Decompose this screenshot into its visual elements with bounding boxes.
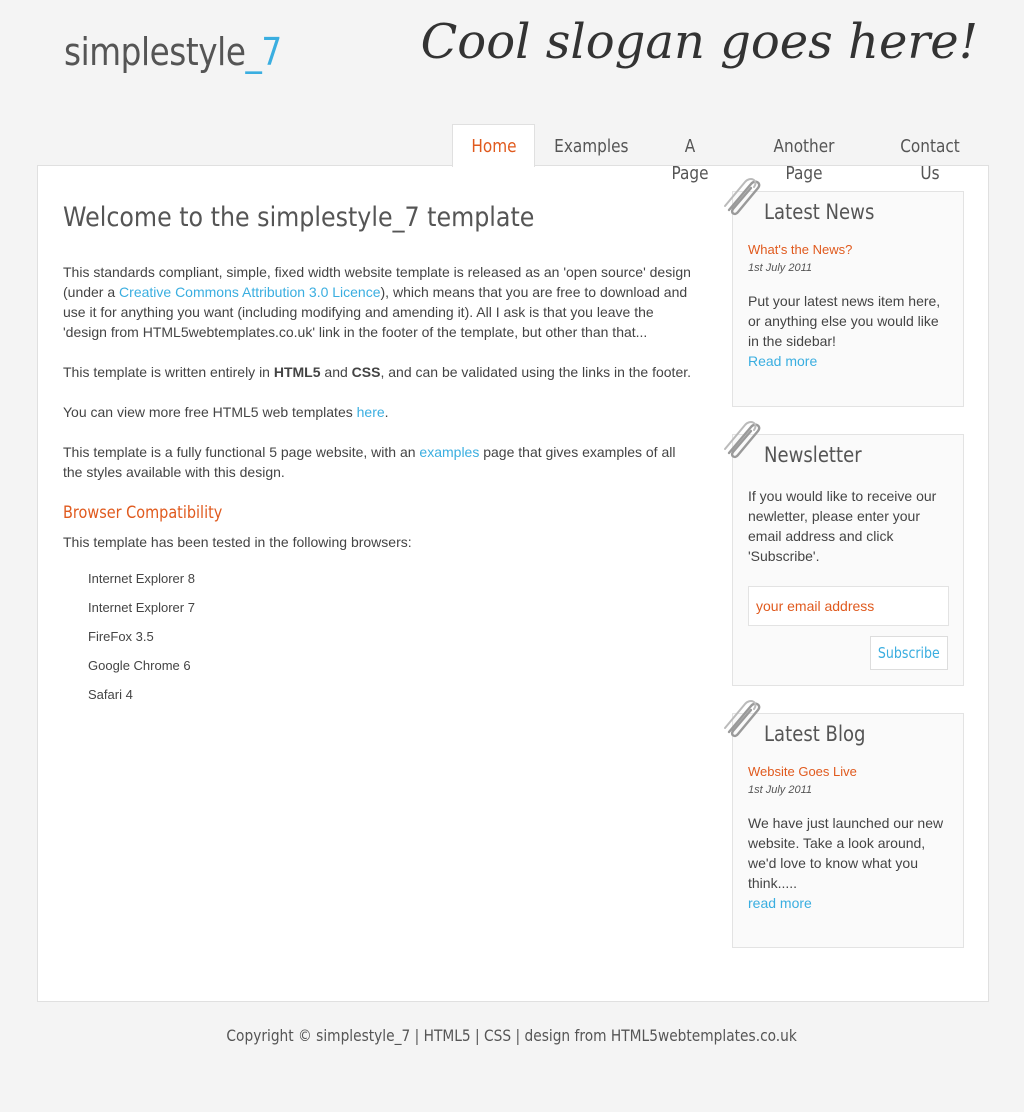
paperclip-icon (724, 700, 761, 738)
newsletter-text: If you would like to receive our newlett… (748, 488, 937, 564)
menu-item-another-page-line2: Page (785, 163, 823, 184)
logo-accent-text: _7 (245, 30, 283, 74)
list-item: FireFox 3.5 (88, 629, 154, 644)
menu-item-contact-us[interactable]: Contact Us (898, 133, 963, 187)
news-item-date: 1st July 2011 (748, 262, 813, 274)
blog-item-text: We have just launched our new website. T… (748, 815, 944, 891)
css-bold: CSS (351, 364, 381, 380)
menu-item-examples[interactable]: Examples (554, 133, 629, 160)
more-templates-end: . (384, 404, 389, 420)
paperclip-icon (724, 178, 761, 216)
logo-main-text: simplestyle (64, 30, 246, 74)
more-templates-paragraph: You can view more free HTML5 web templat… (63, 402, 695, 422)
compat-text: This template has been tested in the fol… (63, 534, 412, 550)
latest-news-title: Latest News (764, 200, 875, 224)
blog-item-date: 1st July 2011 (748, 784, 813, 796)
email-field[interactable] (748, 586, 949, 626)
menu-item-contact-us-line1: Contact (900, 136, 960, 157)
html5-bold: HTML5 (273, 364, 321, 380)
site-footer: Copyright © simplestyle_7 | HTML5 | CSS … (0, 1026, 1024, 1045)
list-item: Internet Explorer 7 (88, 600, 195, 615)
blog-item: Website Goes Live 1st July 2011 We have … (748, 763, 953, 913)
blog-item-title: Website Goes Live (748, 764, 857, 779)
compat-heading: Browser Compatibility (63, 503, 223, 523)
html5-text-start: This template is written entirely in (63, 364, 274, 380)
html5-paragraph: This template is written entirely in HTM… (63, 362, 695, 382)
main-content: Welcome to the simplestyle_7 template Th… (63, 196, 695, 709)
menu-item-a-page-line2: Page (671, 163, 709, 184)
menu-item-home[interactable]: Home (465, 133, 523, 160)
menu-item-examples-label: Examples (554, 136, 629, 157)
examples-link[interactable]: examples (419, 444, 479, 460)
latest-news-box: Latest News What's the News? 1st July 20… (724, 178, 964, 407)
menu-item-a-page[interactable]: A Page (665, 133, 716, 187)
subscribe-button-label: Subscribe (878, 644, 940, 662)
menu-item-another-page[interactable]: Another Page (768, 133, 839, 187)
menu-item-home-label: Home (471, 136, 517, 157)
html5-text-end: , and can be validated using the links i… (380, 364, 692, 380)
latest-blog-title: Latest Blog (764, 722, 866, 746)
examples-text-start: This template is a fully functional 5 pa… (63, 444, 420, 460)
blog-read-more-link[interactable]: read more (748, 895, 812, 911)
subscribe-button[interactable]: Subscribe (870, 636, 948, 670)
menu-item-a-page-line1: A (684, 136, 696, 157)
more-templates-text: You can view more free HTML5 web templat… (63, 404, 357, 420)
examples-paragraph: This template is a fully functional 5 pa… (63, 442, 695, 482)
newsletter-title: Newsletter (764, 443, 862, 467)
news-item-text: Put your latest news item here, or anyth… (748, 293, 941, 349)
newsletter-box: Newsletter If you would like to receive … (724, 421, 964, 686)
menu-item-another-page-line1: Another (773, 136, 835, 157)
news-item-title: What's the News? (748, 242, 853, 257)
licence-link[interactable]: Creative Commons Attribution 3.0 Licence (119, 284, 380, 300)
here-link[interactable]: here (357, 404, 385, 420)
news-read-more-link[interactable]: Read more (748, 353, 817, 369)
menu-item-contact-us-line2: Us (920, 163, 940, 184)
site-slogan: Cool slogan goes here! (420, 14, 978, 70)
browser-list: Internet Explorer 8 Internet Explorer 7 … (63, 564, 695, 709)
page-title: Welcome to the simplestyle_7 template (63, 202, 535, 233)
site-logo[interactable]: simplestyle_7 (64, 30, 282, 74)
list-item: Safari 4 (88, 687, 133, 702)
list-item: Internet Explorer 8 (88, 571, 195, 586)
list-item: Google Chrome 6 (88, 658, 191, 673)
news-item: What's the News? 1st July 2011 Put your … (748, 241, 953, 371)
intro-paragraph: This standards compliant, simple, fixed … (63, 262, 695, 342)
html5-text-mid: and (320, 364, 352, 380)
paperclip-icon (724, 421, 761, 459)
footer-text: Copyright © simplestyle_7 | HTML5 | CSS … (226, 1026, 798, 1045)
latest-blog-box: Latest Blog Website Goes Live 1st July 2… (724, 700, 964, 948)
